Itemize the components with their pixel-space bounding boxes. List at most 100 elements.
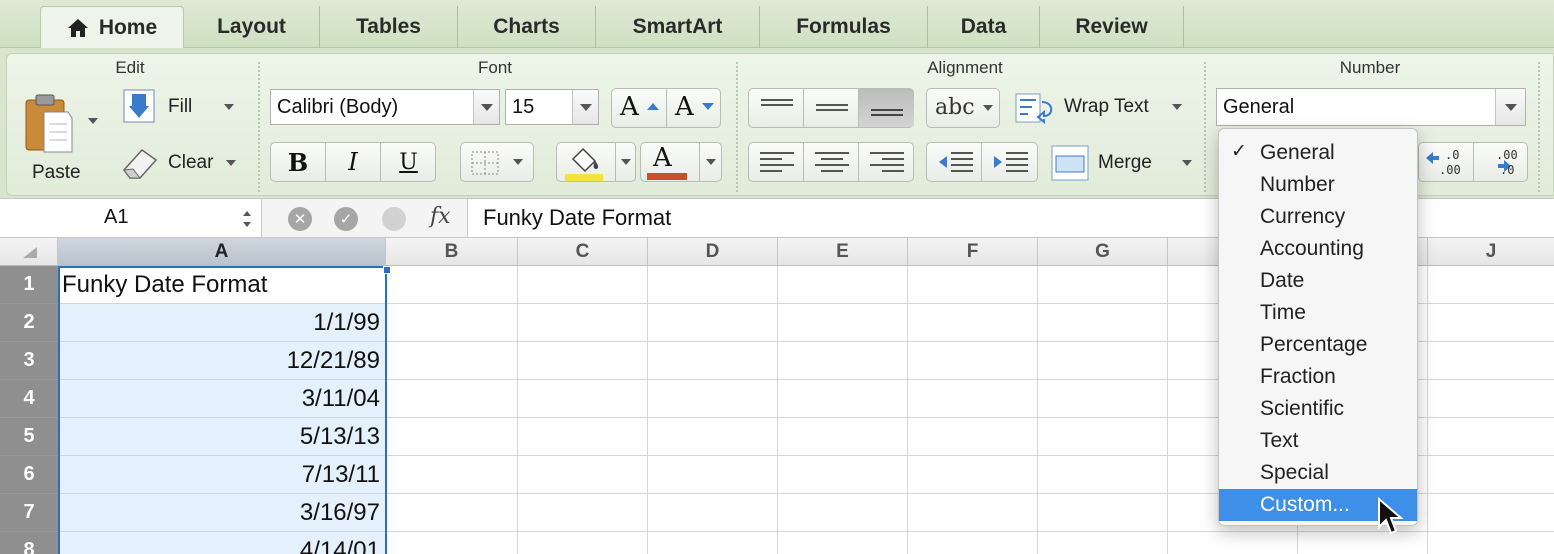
column-header-g[interactable]: G: [1038, 238, 1168, 265]
font-name-select[interactable]: Calibri (Body): [270, 89, 500, 125]
align-middle-button[interactable]: [804, 89, 859, 127]
align-center-icon: [815, 152, 849, 172]
menu-item-currency[interactable]: Currency: [1219, 201, 1417, 233]
group-title-font: Font: [477, 58, 513, 77]
align-top-button[interactable]: [749, 89, 804, 127]
wrap-text-icon: [1015, 93, 1053, 124]
increase-indent-button[interactable]: [982, 143, 1038, 181]
cell-value: Funky Date Format: [62, 271, 268, 298]
column-header-j[interactable]: J: [1428, 238, 1554, 265]
cell-a3[interactable]: 12/21/89: [58, 342, 386, 380]
menu-item-scientific[interactable]: Scientific: [1219, 393, 1417, 425]
function-wizard-icon[interactable]: [382, 207, 406, 231]
cell-a1[interactable]: Funky Date Format: [58, 266, 386, 304]
cell-value: 3/16/97: [299, 499, 380, 526]
tab-formulas[interactable]: Formulas: [760, 6, 928, 48]
clear-button[interactable]: Clear: [120, 144, 246, 184]
align-center-button[interactable]: [804, 143, 859, 181]
tab-label: Layout: [217, 15, 286, 38]
tab-tables[interactable]: Tables: [320, 6, 458, 48]
cell-a5[interactable]: 5/13/13: [58, 418, 386, 456]
font-size-select[interactable]: 15: [505, 89, 599, 125]
insert-function-button[interactable]: fx: [430, 204, 451, 229]
decrease-indent-button[interactable]: [927, 143, 982, 181]
merge-button[interactable]: Merge: [1050, 142, 1192, 186]
cell-a4[interactable]: 3/11/04: [58, 380, 386, 418]
tab-review[interactable]: Review: [1040, 6, 1184, 48]
menu-item-special[interactable]: Special: [1219, 457, 1417, 489]
menu-item-date[interactable]: Date: [1219, 265, 1417, 297]
tab-smartart[interactable]: SmartArt: [596, 6, 760, 48]
tab-charts[interactable]: Charts: [458, 6, 596, 48]
column-header-b[interactable]: B: [386, 238, 518, 265]
grow-font-button[interactable]: A: [612, 89, 667, 127]
menu-item-label: Percentage: [1260, 333, 1368, 356]
chevron-down-icon: [88, 118, 98, 124]
chevron-down-icon: [513, 159, 523, 165]
italic-button[interactable]: I: [326, 143, 381, 181]
underline-button[interactable]: U: [381, 143, 436, 181]
cell-a8[interactable]: 4/14/01: [58, 532, 386, 554]
menu-item-percentage[interactable]: Percentage: [1219, 329, 1417, 361]
cancel-formula-icon[interactable]: ✕: [288, 207, 312, 231]
row-header[interactable]: 5: [0, 418, 58, 456]
borders-button[interactable]: [460, 142, 534, 182]
fill-color-button[interactable]: [556, 142, 636, 182]
row-header[interactable]: 7: [0, 494, 58, 532]
menu-item-number[interactable]: Number: [1219, 169, 1417, 201]
number-format-value: General: [1223, 96, 1295, 118]
align-right-button[interactable]: [859, 143, 914, 181]
tab-label: Charts: [493, 15, 560, 38]
menu-item-text[interactable]: Text: [1219, 425, 1417, 457]
column-header-e[interactable]: E: [778, 238, 908, 265]
stepper-arrows-icon[interactable]: [240, 208, 254, 230]
font-size-value: 15: [512, 96, 535, 118]
font-color-button[interactable]: A: [640, 142, 722, 182]
align-left-button[interactable]: [749, 143, 804, 181]
row-header[interactable]: 2: [0, 304, 58, 342]
tab-home[interactable]: Home: [40, 6, 184, 49]
name-box[interactable]: A1: [0, 199, 262, 237]
decrease-decimal-button[interactable]: .00 .0: [1474, 143, 1528, 181]
fill-color-swatch: [565, 174, 603, 181]
row-header[interactable]: 4: [0, 380, 58, 418]
cell-a6[interactable]: 7/13/11: [58, 456, 386, 494]
font-name-value: Calibri (Body): [277, 96, 399, 118]
paste-button[interactable]: Paste: [20, 88, 106, 188]
wrap-text-button[interactable]: Wrap Text: [1014, 88, 1188, 128]
select-all-corner[interactable]: [0, 238, 58, 265]
mouse-pointer-icon: [1378, 497, 1403, 535]
fill-label: Fill: [168, 96, 193, 117]
orientation-button[interactable]: abc: [926, 88, 1000, 128]
cell-value: 1/1/99: [313, 309, 380, 336]
menu-item-general[interactable]: ✓ General: [1219, 137, 1417, 169]
selection-handle[interactable]: [383, 266, 391, 274]
align-bottom-button[interactable]: [859, 89, 914, 127]
column-header-a[interactable]: A: [58, 238, 386, 265]
row-header[interactable]: 6: [0, 456, 58, 494]
confirm-formula-icon[interactable]: ✓: [334, 207, 358, 231]
menu-item-accounting[interactable]: Accounting: [1219, 233, 1417, 265]
tab-layout[interactable]: Layout: [184, 6, 320, 48]
fill-button[interactable]: Fill: [122, 88, 246, 128]
cell-a2[interactable]: 1/1/99: [58, 304, 386, 342]
cell-a7[interactable]: 3/16/97: [58, 494, 386, 532]
column-header-f[interactable]: F: [908, 238, 1038, 265]
wrap-text-label: Wrap Text: [1064, 96, 1149, 117]
increase-decimal-button[interactable]: .0 .00: [1419, 143, 1474, 181]
menu-item-fraction[interactable]: Fraction: [1219, 361, 1417, 393]
number-format-select[interactable]: General: [1216, 88, 1526, 126]
chevron-down-icon: [473, 90, 499, 124]
formula-content[interactable]: Funky Date Format: [483, 205, 671, 231]
row-header[interactable]: 1: [0, 266, 58, 304]
tab-data[interactable]: Data: [928, 6, 1040, 48]
menu-item-time[interactable]: Time: [1219, 297, 1417, 329]
shrink-font-button[interactable]: A: [667, 89, 721, 127]
column-header-d[interactable]: D: [648, 238, 778, 265]
chevron-down-icon: [224, 104, 234, 110]
font-color-swatch: [647, 173, 687, 180]
column-header-c[interactable]: C: [518, 238, 648, 265]
row-header[interactable]: 8: [0, 532, 58, 554]
bold-button[interactable]: B: [271, 143, 326, 181]
row-header[interactable]: 3: [0, 342, 58, 380]
